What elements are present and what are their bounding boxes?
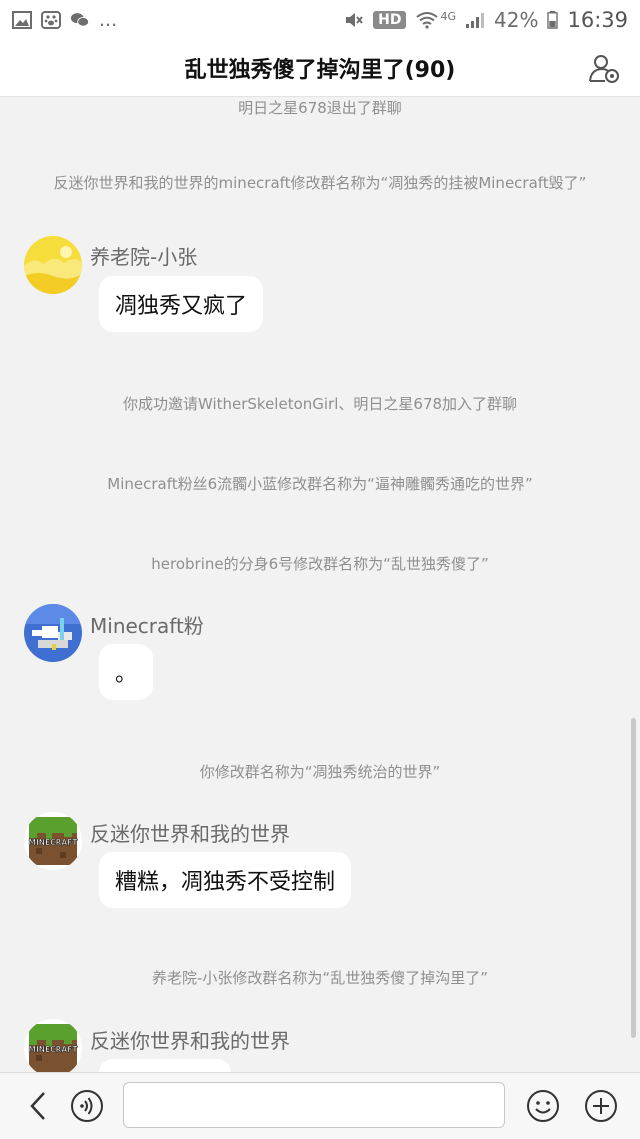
desert-avatar-image bbox=[24, 236, 82, 294]
message-bubble[interactable] bbox=[99, 1059, 231, 1072]
emoji-icon[interactable] bbox=[526, 1089, 560, 1123]
message-input-bar bbox=[0, 1072, 640, 1139]
minecraft-grass-block-icon: MINECRAFT bbox=[24, 1019, 82, 1072]
chat-message-list[interactable]: 明日之星678退出了群聊 反迷你世界和我的世界的minecraft修改群名称为“… bbox=[0, 97, 640, 1072]
hd-badge: HD bbox=[373, 11, 407, 29]
sender-name: Minecraft粉 bbox=[90, 614, 204, 638]
mute-icon bbox=[346, 13, 363, 27]
group-profile-icon[interactable] bbox=[588, 52, 620, 84]
avatar-yanglaoyuan[interactable] bbox=[24, 236, 82, 294]
system-message: 养老院-小张修改群名称为“乱世独秀傻了掉沟里了” bbox=[152, 969, 488, 987]
minecraft-logo-text: MINECRAFT bbox=[29, 838, 79, 847]
wechat-icon bbox=[70, 13, 90, 27]
minecraft-logo-text: MINECRAFT bbox=[29, 1045, 79, 1054]
system-message: Minecraft粉丝6流髑小蓝修改群名称为“逼神雕髑秀通吃的世界” bbox=[107, 475, 533, 493]
status-bar: ... HD 4G 42% 16:39 bbox=[0, 0, 640, 40]
sender-name: 养老院-小张 bbox=[90, 245, 198, 269]
clock: 16:39 bbox=[567, 8, 628, 32]
message-input[interactable] bbox=[123, 1082, 505, 1128]
network-type: 4G bbox=[440, 9, 457, 23]
sender-name: 反迷你世界和我的世界 bbox=[90, 822, 290, 846]
system-message: 明日之星678退出了群聊 bbox=[238, 99, 402, 117]
chat-scrollbar[interactable] bbox=[631, 718, 636, 1038]
battery-percent: 42% bbox=[494, 8, 539, 32]
sky-avatar-image bbox=[24, 604, 82, 662]
system-message: 你成功邀请WitherSkeletonGirl、明日之星678加入了群聊 bbox=[122, 395, 518, 413]
plus-icon[interactable] bbox=[584, 1089, 618, 1123]
message-bubble[interactable]: 凋独秀又疯了 bbox=[99, 276, 264, 332]
avatar-minecraft-fan[interactable] bbox=[24, 604, 82, 662]
message-bubble[interactable]: 糟糕，凋独秀不受控制 bbox=[99, 852, 352, 908]
back-icon[interactable] bbox=[22, 1089, 56, 1123]
wifi-icon bbox=[416, 12, 439, 29]
chat-header: 乱世独秀傻了掉沟里了(90) bbox=[0, 40, 640, 97]
voice-icon[interactable] bbox=[70, 1089, 104, 1123]
group-title: 乱世独秀傻了掉沟里了(90) bbox=[184, 58, 456, 83]
battery-icon bbox=[547, 11, 559, 29]
minecraft-grass-block-icon: MINECRAFT bbox=[24, 812, 82, 870]
message-bubble[interactable]: 。 bbox=[99, 644, 153, 700]
baidu-paw-icon bbox=[41, 11, 61, 29]
signal-icon bbox=[466, 13, 485, 28]
avatar-fan-mini-world[interactable]: MINECRAFT bbox=[24, 1019, 82, 1072]
system-message: 反迷你世界和我的世界的minecraft修改群名称为“凋独秀的挂被Minecra… bbox=[53, 174, 587, 192]
gallery-icon bbox=[12, 11, 32, 29]
sender-name: 反迷你世界和我的世界 bbox=[90, 1029, 290, 1053]
more-notifications: ... bbox=[99, 9, 118, 31]
system-message: 你修改群名称为“凋独秀统治的世界” bbox=[199, 763, 441, 781]
system-message: herobrine的分身6号修改群名称为“乱世独秀傻了” bbox=[151, 555, 489, 573]
avatar-fan-mini-world[interactable]: MINECRAFT bbox=[24, 812, 82, 870]
status-left: ... bbox=[12, 9, 117, 31]
status-right: HD 4G 42% 16:39 bbox=[344, 8, 628, 32]
